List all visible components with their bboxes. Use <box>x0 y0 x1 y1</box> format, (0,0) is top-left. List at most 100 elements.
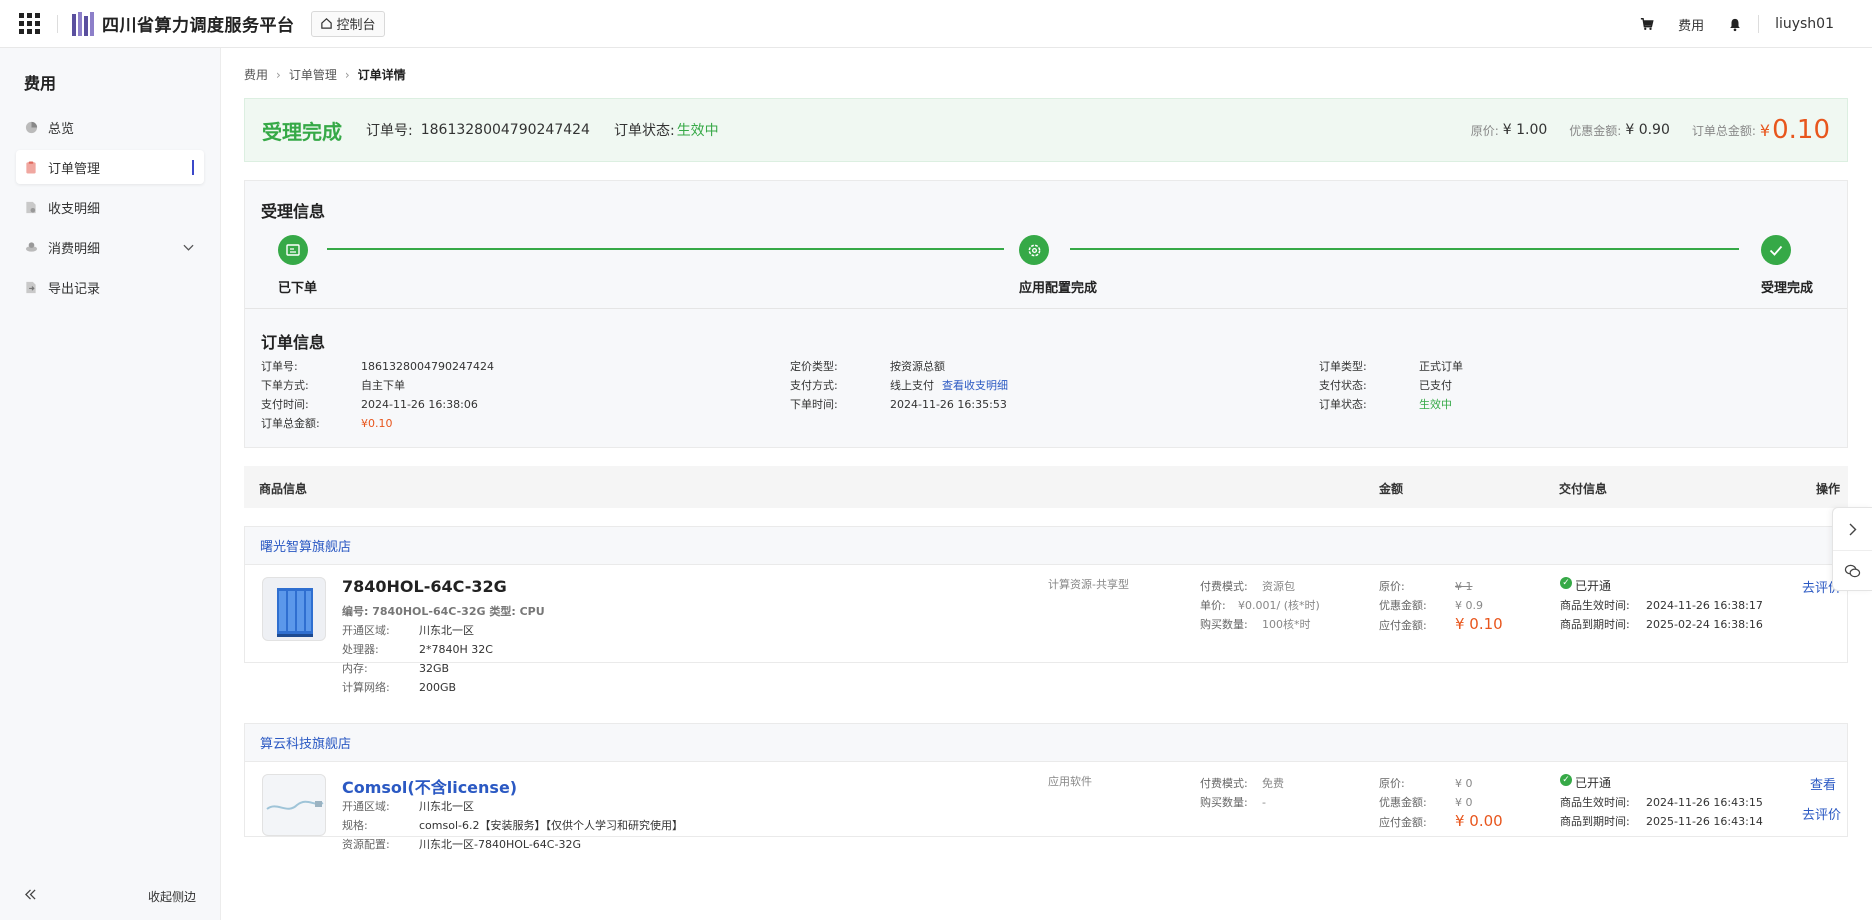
sidebar-item-label: 收支明细 <box>48 201 101 217</box>
billing-key: 付费模式: <box>1200 777 1248 790</box>
info-value: 线上支付 <box>890 379 934 392</box>
order-status-banner: 受理完成 订单号: 1861328004790247424 订单状态: 生效中 … <box>244 98 1848 162</box>
spec-key: 规格: <box>342 819 368 832</box>
check-icon <box>1761 235 1791 265</box>
sidebar-item-label: 总览 <box>48 121 75 137</box>
delivery-key: 商品生效时间: <box>1560 796 1630 809</box>
delivery-key: 商品到期时间: <box>1560 815 1630 828</box>
chat-icon[interactable] <box>1833 550 1872 592</box>
discount-value: ¥ 0.90 <box>1625 122 1670 138</box>
info-key: 订单类型: <box>1319 360 1367 373</box>
amount-key: 优惠金额: <box>1379 599 1427 612</box>
delivery-key: 商品到期时间: <box>1560 618 1630 631</box>
progress-line <box>1070 248 1739 250</box>
sidebar-item-ledger[interactable]: 收支明细 <box>16 190 204 224</box>
chevron-right-icon: › <box>344 67 350 82</box>
billing-key: 购买数量: <box>1200 796 1248 809</box>
breadcrumb: 费用 › 订单管理 › 订单详情 <box>244 66 406 83</box>
view-button[interactable]: 查看 <box>1810 774 1836 793</box>
chevron-right-icon[interactable] <box>1833 508 1872 550</box>
col-header-delivery: 交付信息 <box>1559 482 1608 496</box>
top-bar: 四川省算力调度服务平台 控制台 费用 liuysh01 <box>0 0 1872 48</box>
col-header-amount: 金额 <box>1379 482 1404 496</box>
console-label: 控制台 <box>336 18 376 33</box>
app-grid-icon[interactable] <box>15 10 43 38</box>
delivery-key: 商品生效时间: <box>1560 599 1630 612</box>
sidebar-item-overview[interactable]: 总览 <box>16 110 204 144</box>
billing-info: 付费模式: 资源包 单价: ¥0.001/ (核*时) 购买数量: 100核*时 <box>1200 577 1320 634</box>
export-icon <box>24 280 38 294</box>
double-chevron-left-icon[interactable] <box>24 889 37 903</box>
fee-link[interactable]: 费用 <box>1678 15 1704 34</box>
total-value: 0.10 <box>1772 115 1830 145</box>
spec-value: 200GB <box>419 681 457 694</box>
billing-key: 付费模式: <box>1200 580 1248 593</box>
sidebar-item-consumption[interactable]: 消费明细 <box>16 230 204 264</box>
console-button[interactable]: 控制台 <box>310 10 385 37</box>
billing-value: 100核*时 <box>1262 618 1311 631</box>
orig-price-value: ¥ 1.00 <box>1502 122 1548 138</box>
breadcrumb-current: 订单详情 <box>357 68 406 82</box>
sidebar-item-orders[interactable]: 订单管理 <box>16 150 204 184</box>
product-table-header: 商品信息 金额 交付信息 操作 <box>244 466 1848 508</box>
orig-price-label: 原价: <box>1470 123 1499 138</box>
consumption-icon <box>24 240 38 254</box>
shop-name-link[interactable]: 算云科技旗舰店 <box>245 724 1847 762</box>
check-circle-icon: ✓ <box>1560 774 1572 786</box>
platform-logo <box>72 11 94 36</box>
sidebar-collapse[interactable]: 收起侧边 <box>0 872 221 920</box>
shop-block: 曙光智算旗舰店 7840HOL-64C-32G 编号: 7840HOL-64C-… <box>244 526 1848 694</box>
order-icon <box>24 160 38 174</box>
shop-name-link[interactable]: 曙光智算旗舰店 <box>245 527 1847 565</box>
user-menu[interactable]: liuysh01 <box>1775 16 1834 32</box>
info-value: 2024-11-26 16:38:06 <box>361 398 478 411</box>
product-name: 7840HOL-64C-32G <box>342 577 507 596</box>
info-value: 自主下单 <box>361 379 405 392</box>
spec-key: 开通区域: <box>342 624 390 637</box>
ordered-step-icon <box>278 235 308 265</box>
order-detail-card: 受理信息 已下单 应用配置完成 受理完成 订单信息 订单号: 1861328004… <box>244 180 1848 448</box>
order-no-label: 订单号: <box>366 123 413 139</box>
bell-icon[interactable] <box>1728 17 1742 32</box>
info-key: 订单状态: <box>1319 398 1367 411</box>
discount-label: 优惠金额: <box>1569 123 1622 138</box>
discount-amount: ¥ 0.9 <box>1455 599 1483 612</box>
sidebar-item-export[interactable]: 导出记录 <box>16 270 204 304</box>
spec-key: 内存: <box>342 662 368 675</box>
review-button[interactable]: 去评价 <box>1802 804 1841 823</box>
shop-block: 算云科技旗舰店 Comsol(不含license) 开通区域: 川东北一区 规格:… <box>244 723 1848 851</box>
amount-key: 优惠金额: <box>1379 796 1427 809</box>
breadcrumb-orders[interactable]: 订单管理 <box>289 66 337 83</box>
delivery-start: 2024-11-26 16:38:17 <box>1646 599 1763 612</box>
spec-value: 川东北一区 <box>419 800 474 813</box>
spec-value: 川东北一区 <box>419 624 474 637</box>
info-value: 生效中 <box>1419 398 1452 411</box>
chevron-down-icon[interactable] <box>183 240 194 254</box>
breadcrumb-fee[interactable]: 费用 <box>244 66 268 83</box>
order-info-title: 订单信息 <box>261 333 326 352</box>
info-value: ¥0.10 <box>361 417 393 430</box>
billing-value: 免费 <box>1262 777 1284 790</box>
info-key: 定价类型: <box>790 360 838 373</box>
info-key: 支付状态: <box>1319 379 1367 392</box>
amount-key: 原价: <box>1379 777 1405 790</box>
product-name-link[interactable]: Comsol(不含license) <box>342 774 517 798</box>
spec-key: 计算网络: <box>342 681 390 694</box>
sidebar-item-label: 订单管理 <box>48 161 101 177</box>
order-state-value: 生效中 <box>676 123 719 139</box>
col-header-product: 商品信息 <box>259 482 308 496</box>
info-key: 支付方式: <box>790 379 838 392</box>
spec-value: 32GB <box>419 662 450 675</box>
cart-icon[interactable] <box>1640 17 1654 31</box>
col-header-action: 操作 <box>1816 482 1841 496</box>
payable-amount: ¥ 0.00 <box>1455 812 1503 830</box>
collapse-label[interactable]: 收起侧边 <box>148 888 196 905</box>
view-ledger-link[interactable]: 查看收支明细 <box>942 376 1008 395</box>
info-key: 支付时间: <box>261 398 309 411</box>
product-row: Comsol(不含license) 开通区域: 川东北一区 规格: comsol-6… <box>245 762 1847 851</box>
divider <box>1758 15 1760 33</box>
spec-value: comsol-6.2【安装服务】【仅供个人学习和研究使用】 <box>419 819 683 832</box>
chevron-right-icon: › <box>276 67 281 82</box>
info-value: 按资源总额 <box>890 360 945 373</box>
amount-key: 应付金额: <box>1379 816 1427 829</box>
